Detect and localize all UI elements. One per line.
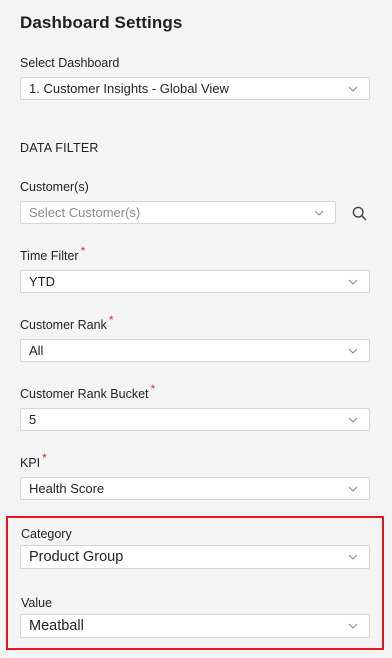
customer-rank-bucket-value: 5 [29, 412, 37, 427]
chevron-down-icon [343, 478, 363, 499]
value-label: Value [21, 596, 53, 610]
chevron-down-icon [343, 78, 363, 99]
customer-search-button[interactable] [349, 203, 369, 223]
required-asterisk: * [150, 382, 156, 396]
value-dropdown[interactable]: Meatball [20, 614, 370, 638]
time-filter-label: Time Filter * [20, 244, 85, 263]
select-dashboard-label: Select Dashboard [20, 56, 120, 70]
required-asterisk: * [80, 244, 86, 258]
page-title: Dashboard Settings [20, 13, 183, 32]
time-filter-value: YTD [29, 274, 55, 289]
kpi-value: Health Score [29, 481, 105, 496]
category-label: Category [21, 527, 72, 541]
customer-rank-bucket-dropdown[interactable]: 5 [20, 408, 370, 431]
customer-rank-label: Customer Rank * [20, 313, 114, 332]
select-dashboard-value: 1. Customer Insights - Global View [29, 81, 229, 96]
customers-label: Customer(s) [20, 180, 89, 194]
customer-rank-value: All [29, 343, 44, 358]
chevron-down-icon [343, 409, 363, 430]
chevron-down-icon [309, 202, 329, 223]
customer-rank-bucket-label: Customer Rank Bucket * [20, 382, 155, 401]
chevron-down-icon [343, 546, 363, 568]
customers-placeholder: Select Customer(s) [29, 205, 141, 220]
customers-dropdown[interactable]: Select Customer(s) [20, 201, 336, 224]
value-field-value: Meatball [29, 618, 84, 634]
chevron-down-icon [343, 271, 363, 292]
category-dropdown[interactable]: Product Group [20, 545, 370, 569]
required-asterisk: * [108, 313, 114, 327]
time-filter-dropdown[interactable]: YTD [20, 270, 370, 293]
customer-rank-bucket-label-text: Customer Rank Bucket [20, 387, 149, 401]
required-asterisk: * [42, 451, 47, 465]
search-icon [352, 206, 366, 220]
chevron-down-icon [343, 340, 363, 361]
dashboard-settings-panel: Dashboard Settings Select Dashboard 1. C… [0, 0, 392, 658]
chevron-down-icon [343, 615, 363, 637]
data-filter-heading: DATA FILTER [20, 141, 99, 155]
kpi-label-text: KPI [20, 456, 41, 470]
kpi-label: KPI * [20, 451, 47, 470]
kpi-dropdown[interactable]: Health Score [20, 477, 370, 500]
select-dashboard-dropdown[interactable]: 1. Customer Insights - Global View [20, 77, 370, 100]
time-filter-label-text: Time Filter [20, 249, 79, 263]
customer-rank-dropdown[interactable]: All [20, 339, 370, 362]
category-value: Product Group [29, 549, 124, 565]
customer-rank-label-text: Customer Rank [20, 318, 107, 332]
